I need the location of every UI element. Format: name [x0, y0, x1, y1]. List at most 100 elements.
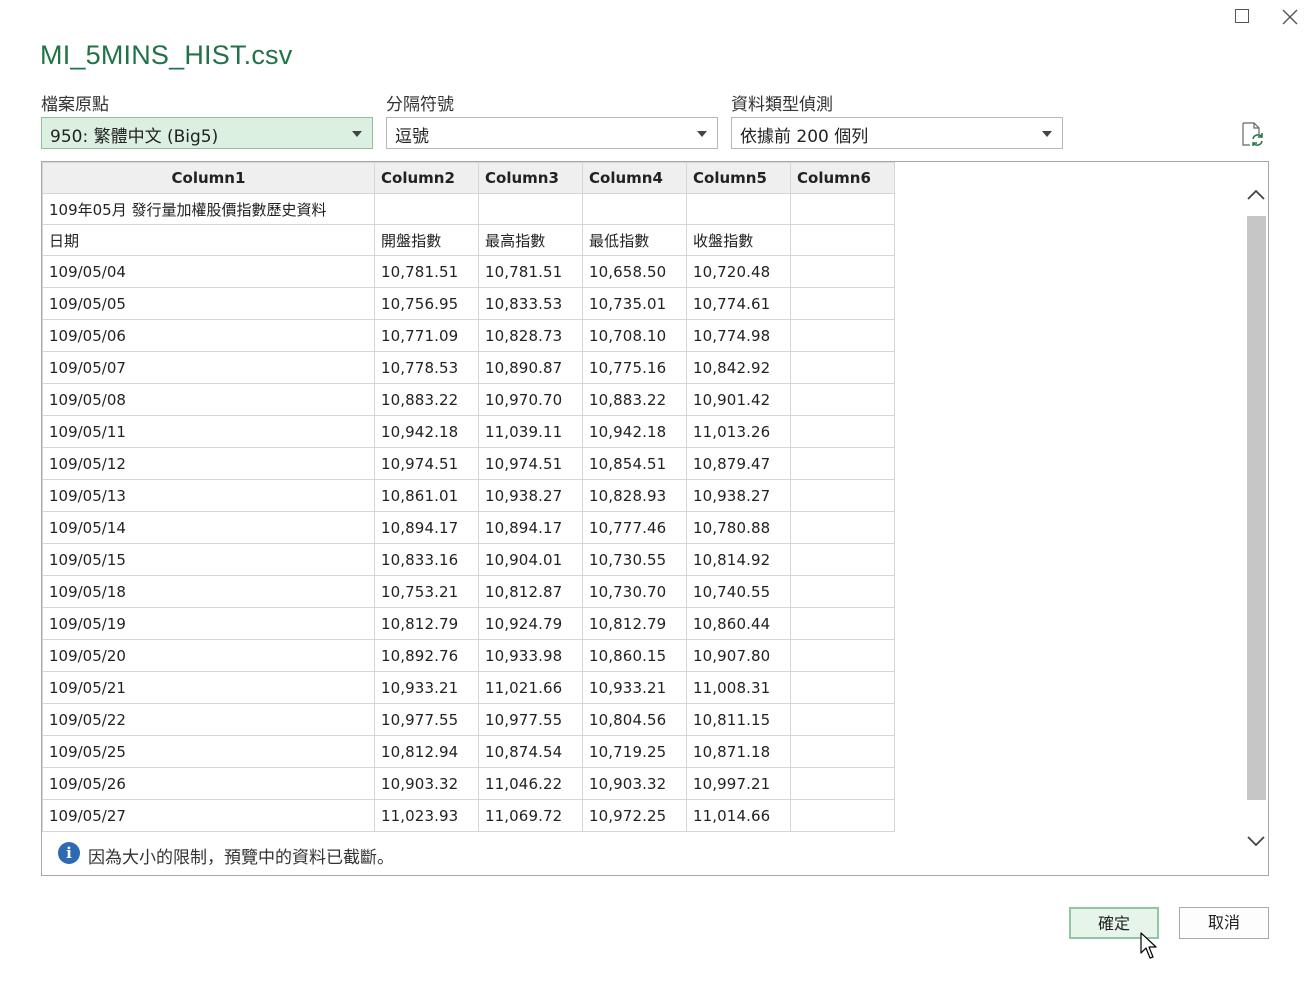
- mouse-pointer-icon: [1140, 932, 1157, 959]
- table-cell: 109/05/11: [42, 415, 375, 448]
- column-header[interactable]: Column5: [686, 162, 791, 194]
- table-row: 109/05/21 10,933.21 11,021.66 10,933.21 11,0…: [42, 671, 895, 704]
- maximize-button[interactable]: [1232, 6, 1254, 28]
- table-cell: [790, 671, 895, 704]
- maximize-icon: [1235, 9, 1249, 23]
- table-cell: 10,720.48: [686, 255, 791, 288]
- table-cell: 109/05/20: [42, 639, 375, 672]
- table-cell: 10,894.17: [478, 511, 583, 544]
- table-cell: 10,777.46: [582, 511, 687, 544]
- table-cell: 10,833.53: [478, 287, 583, 320]
- table-row: 109/05/12 10,974.51 10,974.51 10,854.51 10,8…: [42, 447, 895, 480]
- table-cell: 11,046.22: [478, 767, 583, 800]
- close-icon: [1282, 9, 1298, 25]
- table-cell: 10,812.79: [374, 607, 479, 640]
- table-cell: 10,730.55: [582, 543, 687, 576]
- table-cell: [374, 193, 479, 225]
- table-cell: 109年05月 發行量加權股價指數歷史資料: [42, 193, 375, 225]
- table-cell: 10,977.55: [478, 703, 583, 736]
- scroll-down-icon[interactable]: [1246, 834, 1266, 850]
- table-cell: 10,860.44: [686, 607, 791, 640]
- table-cell: 10,735.01: [582, 287, 687, 320]
- table-cell: 10,812.87: [478, 575, 583, 608]
- column-header[interactable]: Column6: [790, 162, 895, 194]
- table-cell: 11,021.66: [478, 671, 583, 704]
- table-header-row: Column1 Column2 Column3 Column4 Column5 …: [42, 162, 895, 194]
- table-cell: 109/05/25: [42, 735, 375, 768]
- table-cell: 10,804.56: [582, 703, 687, 736]
- delimiter-label: 分隔符號: [386, 95, 454, 115]
- table-cell: 11,069.72: [478, 799, 583, 832]
- table-cell: 10,658.50: [582, 255, 687, 288]
- table-cell: 10,977.55: [374, 703, 479, 736]
- table-cell: 10,871.18: [686, 735, 791, 768]
- table-row: 日期 開盤指數 最高指數 最低指數 收盤指數: [42, 224, 895, 256]
- table-row: 109/05/08 10,883.22 10,970.70 10,883.22 10,9…: [42, 383, 895, 416]
- table-cell: [790, 575, 895, 608]
- table-cell: 10,942.18: [582, 415, 687, 448]
- table-cell: 109/05/13: [42, 479, 375, 512]
- table-cell: 10,778.53: [374, 351, 479, 384]
- table-cell: [582, 193, 687, 225]
- table-row: 109/05/04 10,781.51 10,781.51 10,658.50 10,7…: [42, 255, 895, 288]
- column-header[interactable]: Column2: [374, 162, 479, 194]
- column-header[interactable]: Column4: [582, 162, 687, 194]
- table-cell: 10,883.22: [374, 383, 479, 416]
- file-origin-label: 檔案原點: [41, 95, 109, 115]
- close-button[interactable]: [1279, 6, 1301, 28]
- table-row: 109/05/07 10,778.53 10,890.87 10,775.16 10,8…: [42, 351, 895, 384]
- data-type-detection-dropdown[interactable]: 依據前 200 個列: [731, 117, 1063, 149]
- table-cell: 10,812.94: [374, 735, 479, 768]
- table-cell: [478, 193, 583, 225]
- table-row: 109/05/18 10,753.21 10,812.87 10,730.70 10,7…: [42, 575, 895, 608]
- table-cell: [790, 351, 895, 384]
- table-cell: 10,719.25: [582, 735, 687, 768]
- table-cell: 開盤指數: [374, 224, 479, 256]
- table-cell: 11,039.11: [478, 415, 583, 448]
- table-row: 109/05/11 10,942.18 11,039.11 10,942.18 11,0…: [42, 415, 895, 448]
- table-cell: 10,972.25: [582, 799, 687, 832]
- table-cell: 109/05/05: [42, 287, 375, 320]
- table-cell: 109/05/08: [42, 383, 375, 416]
- dialog-title: MI_5MINS_HIST.csv: [40, 40, 293, 70]
- table-cell: 10,740.55: [686, 575, 791, 608]
- table-cell: [790, 287, 895, 320]
- table-cell: 10,781.51: [478, 255, 583, 288]
- file-origin-dropdown[interactable]: 950: 繁體中文 (Big5): [41, 117, 373, 149]
- scroll-up-icon[interactable]: [1246, 186, 1266, 202]
- table-cell: 10,854.51: [582, 447, 687, 480]
- table-row: 109年05月 發行量加權股價指數歷史資料: [42, 193, 895, 225]
- table-row: 109/05/13 10,861.01 10,938.27 10,828.93 10,9…: [42, 479, 895, 512]
- refresh-button[interactable]: [1239, 121, 1265, 147]
- table-cell: 10,883.22: [582, 383, 687, 416]
- table-row: 109/05/15 10,833.16 10,904.01 10,730.55 10,8…: [42, 543, 895, 576]
- delimiter-dropdown[interactable]: 逗號: [386, 117, 718, 149]
- table-cell: 10,933.21: [374, 671, 479, 704]
- table-cell: 最低指數: [582, 224, 687, 256]
- table-cell: 109/05/12: [42, 447, 375, 480]
- table-cell: 10,812.79: [582, 607, 687, 640]
- vertical-scrollbar[interactable]: [1244, 182, 1268, 862]
- table-cell: 11,008.31: [686, 671, 791, 704]
- table-cell: 10,771.09: [374, 319, 479, 352]
- table-row: 109/05/27 11,023.93 11,069.72 10,972.25 11,0…: [42, 799, 895, 832]
- table-cell: 10,903.32: [374, 767, 479, 800]
- table-cell: 109/05/27: [42, 799, 375, 832]
- table-row: 109/05/05 10,756.95 10,833.53 10,735.01 10,7…: [42, 287, 895, 320]
- column-header[interactable]: Column1: [42, 162, 375, 194]
- table-cell: [790, 799, 895, 832]
- table-cell: 10,970.70: [478, 383, 583, 416]
- table-cell: 11,023.93: [374, 799, 479, 832]
- table-cell: 10,861.01: [374, 479, 479, 512]
- cancel-button[interactable]: 取消: [1179, 907, 1269, 939]
- column-header[interactable]: Column3: [478, 162, 583, 194]
- table-cell: 10,811.15: [686, 703, 791, 736]
- table-cell: 10,924.79: [478, 607, 583, 640]
- table-cell: 10,814.92: [686, 543, 791, 576]
- table-cell: [790, 224, 895, 256]
- scrollbar-thumb[interactable]: [1247, 216, 1266, 800]
- table-row: 109/05/22 10,977.55 10,977.55 10,804.56 10,8…: [42, 703, 895, 736]
- preview-table: Column1 Column2 Column3 Column4 Column5 …: [42, 162, 895, 832]
- table-cell: 10,890.87: [478, 351, 583, 384]
- table-cell: [790, 703, 895, 736]
